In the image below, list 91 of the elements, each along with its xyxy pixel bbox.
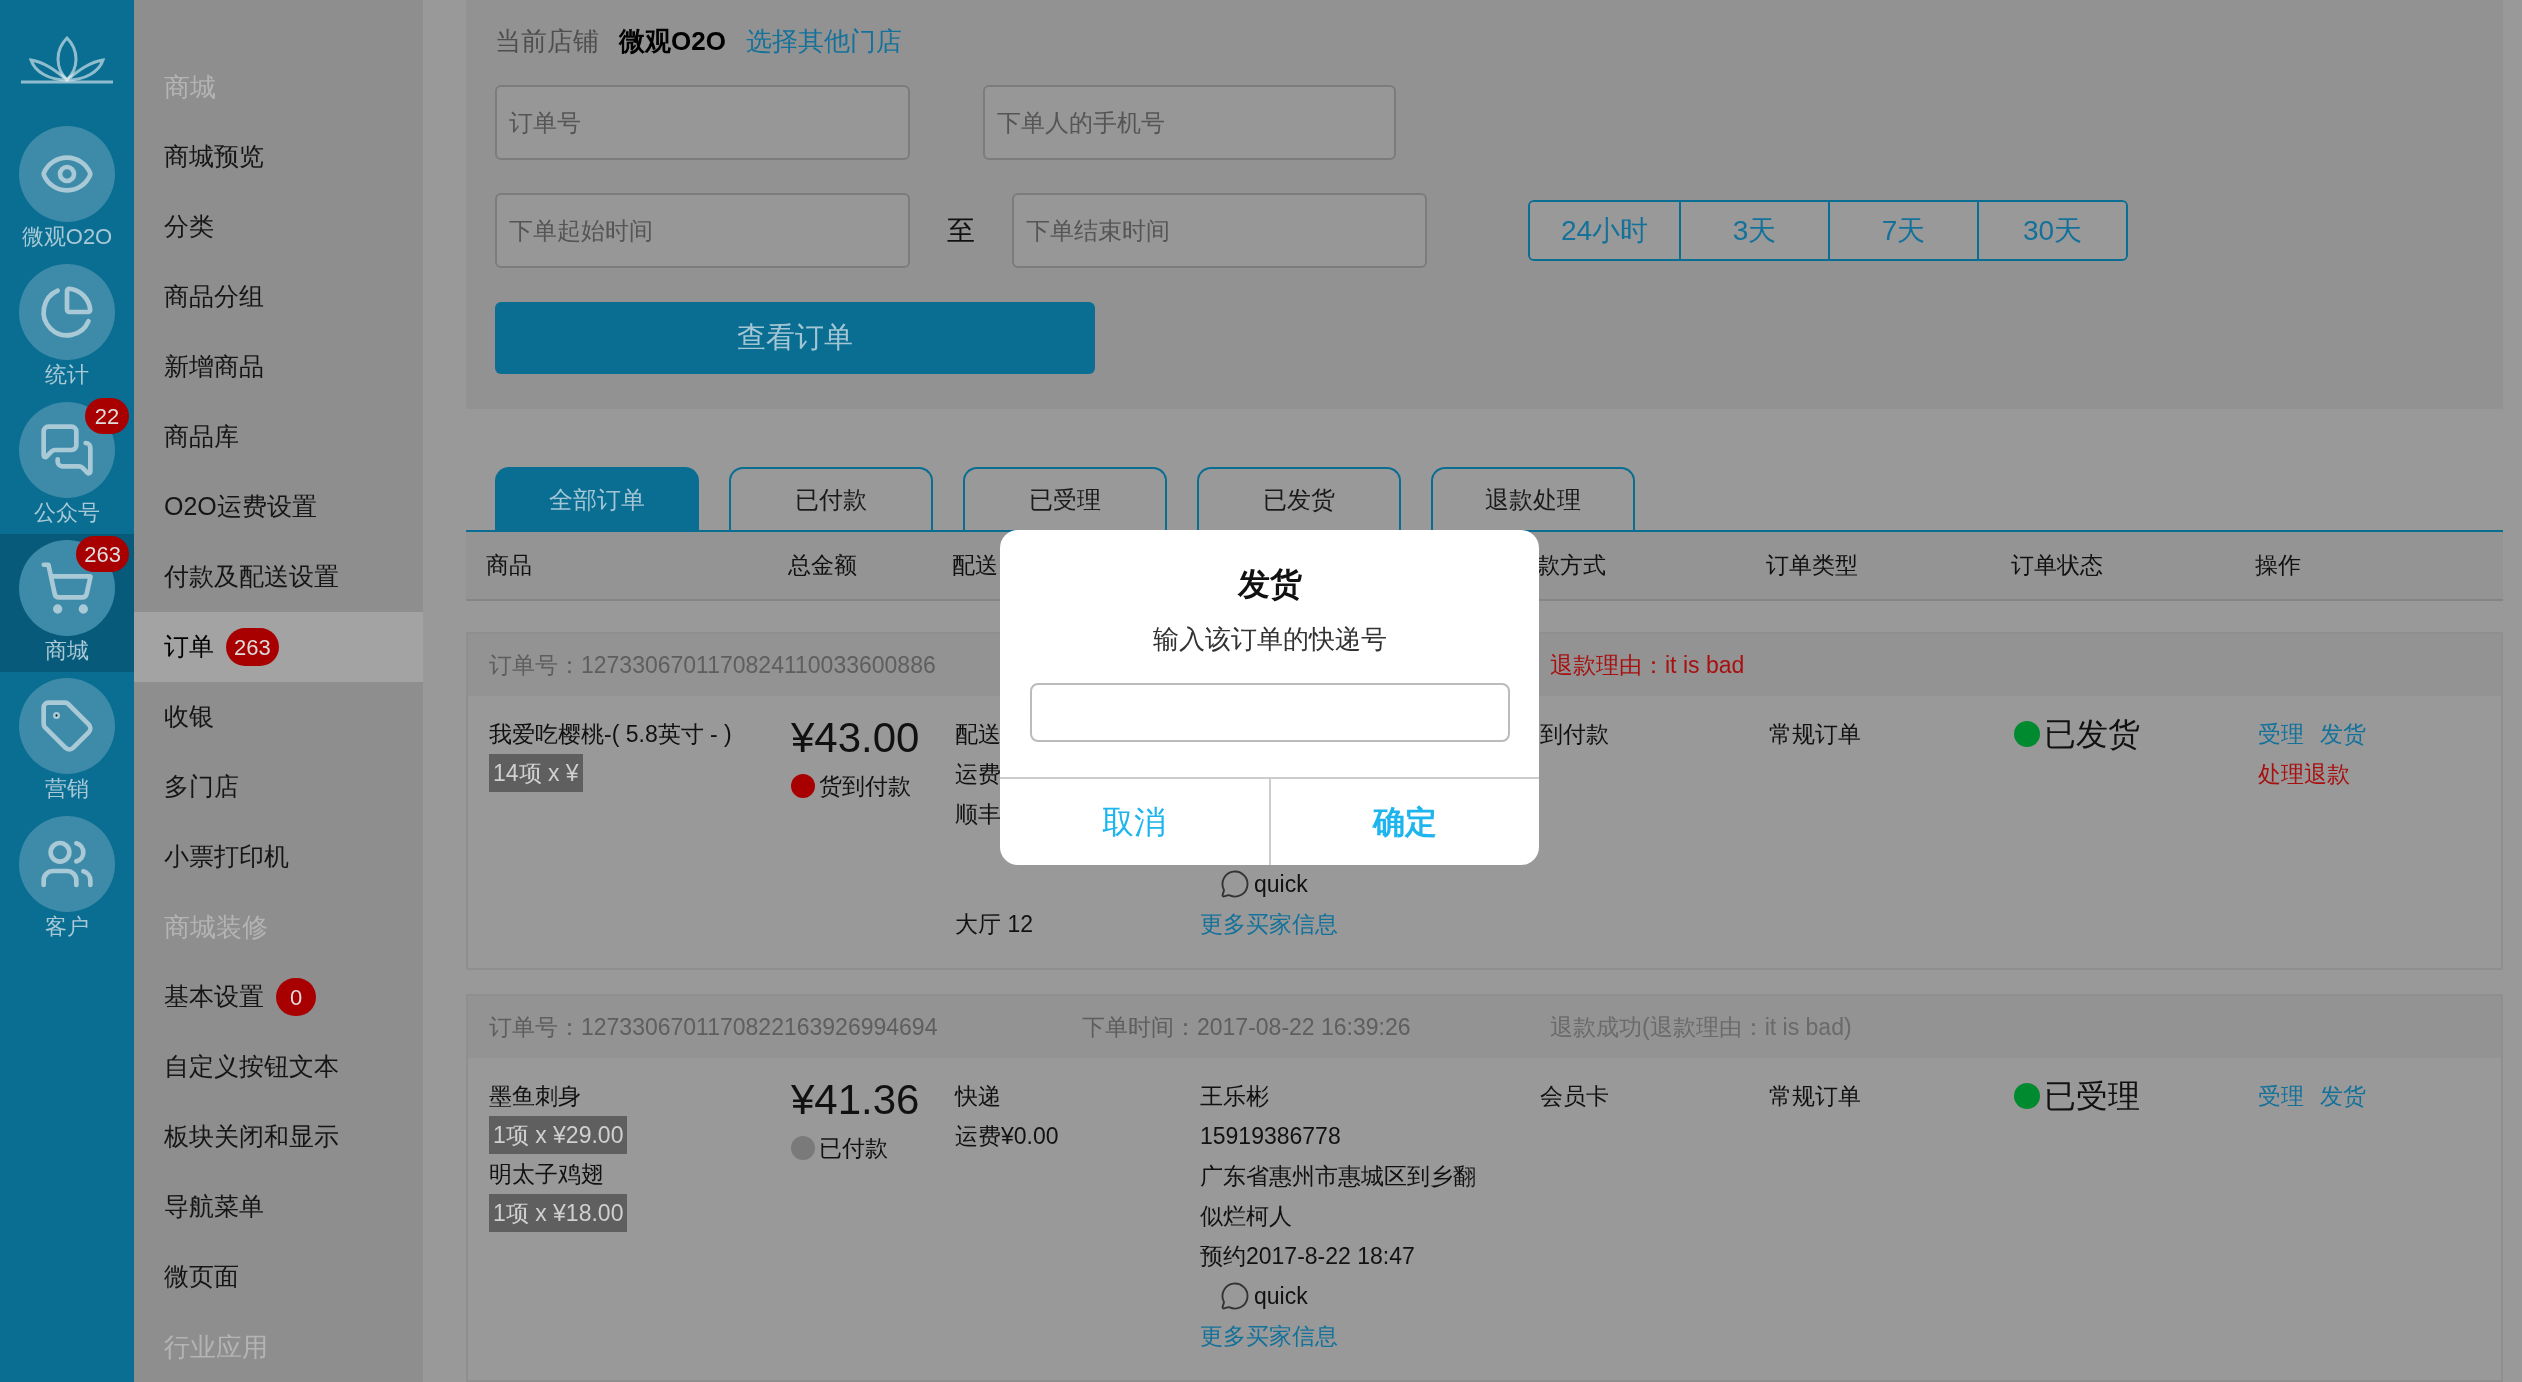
sidebar-nav-item[interactable]: 22 公众号 xyxy=(0,396,134,534)
badge: 263 xyxy=(226,628,279,666)
order-status: 已受理 xyxy=(2044,1077,2140,1116)
sidebar-nav-item[interactable]: 263 商城 xyxy=(0,534,134,672)
delivery-info: 配送 xyxy=(955,720,1001,749)
speech-bubble-icon xyxy=(1220,869,1250,899)
cart-icon xyxy=(39,560,95,616)
payment-status: 已付款 xyxy=(819,1134,888,1163)
quantity-tag: 1项 x ¥29.00 xyxy=(489,1116,628,1154)
buyer-note: quick xyxy=(1254,1282,1308,1311)
refund-note: 退款理由：it is bad xyxy=(1550,650,1745,680)
menu-item[interactable]: 商城预览 xyxy=(134,122,423,192)
badge: 22 xyxy=(85,398,129,434)
menu-item[interactable]: 小票打印机 xyxy=(134,822,423,892)
delivery-info: 运费¥0.00 xyxy=(955,1122,1059,1151)
menu-item[interactable]: 新增商品 xyxy=(134,332,423,402)
menu-item[interactable]: 多门店 xyxy=(134,752,423,822)
sidebar-nav-item[interactable]: 统计 xyxy=(0,258,134,396)
order-status: 已发货 xyxy=(2044,715,2140,754)
menu-item[interactable]: 订单 263 xyxy=(134,612,423,682)
order-total: ¥43.00 xyxy=(791,714,920,762)
nav-label: 公众号 xyxy=(34,499,100,527)
buyer-info: 预约2017-8-22 18:47 xyxy=(1200,1242,1415,1271)
menu-item[interactable]: O2O运费设置 xyxy=(134,472,423,542)
start-time-field[interactable]: 下单起始时间 xyxy=(495,193,910,268)
column-header: 商品 xyxy=(486,552,532,579)
buyer-info: 15919386778 xyxy=(1200,1122,1341,1151)
menu-item[interactable]: 板块关闭和显示 xyxy=(134,1102,423,1172)
dialog-title: 发货 xyxy=(1237,565,1302,604)
order-number-field[interactable]: 订单号 xyxy=(495,85,910,160)
payment-method: 会员卡 xyxy=(1540,1083,1609,1109)
badge: 0 xyxy=(276,978,316,1016)
nav-label: 营销 xyxy=(45,775,89,803)
delivery-info: 大厅 12 xyxy=(955,910,1033,939)
buyer-note: quick xyxy=(1254,870,1308,899)
phone-field[interactable]: 下单人的手机号 xyxy=(983,85,1396,160)
menu-item[interactable]: 分类 xyxy=(134,192,423,262)
product-name: 明太子鸡翅 xyxy=(489,1160,604,1189)
menu-item[interactable]: 微页面 xyxy=(134,1242,423,1312)
order-total: ¥41.36 xyxy=(791,1076,920,1124)
tag-icon xyxy=(39,698,95,754)
column-header: 配送 xyxy=(952,552,998,579)
order-tab[interactable]: 退款处理 xyxy=(1431,467,1635,531)
view-orders-button[interactable]: 查看订单 xyxy=(495,302,1095,374)
menu-item[interactable]: 付款及配送设置 xyxy=(134,542,423,612)
delivery-info: 运费 xyxy=(955,760,1001,789)
menu-item[interactable]: 商品分组 xyxy=(134,262,423,332)
badge: 263 xyxy=(76,536,129,572)
nav-label: 统计 xyxy=(45,361,89,389)
nav-label: 微观O2O xyxy=(21,223,113,251)
sidebar-nav-item[interactable]: 营销 xyxy=(0,672,134,810)
range-separator: 至 xyxy=(946,213,976,248)
store-label: 当前店铺 xyxy=(495,25,599,58)
order-tab[interactable]: 全部订单 xyxy=(495,467,699,531)
store-name: 微观O2O xyxy=(619,25,726,58)
delivery-info: 顺丰 xyxy=(955,800,1001,829)
buyer-info: 广东省惠州市惠城区到乡翻 xyxy=(1200,1162,1476,1191)
order-tab[interactable]: 已付款 xyxy=(729,467,933,531)
quantity-tag: 14项 x ¥ xyxy=(489,754,583,792)
column-header: 总金额 xyxy=(788,552,857,579)
order-type: 常规订单 xyxy=(1769,721,1861,747)
column-header: 款方式 xyxy=(1537,552,1606,579)
nav-label: 商城 xyxy=(45,637,89,665)
payment-method: 到付款 xyxy=(1540,721,1609,747)
menu-item[interactable]: 导航菜单 xyxy=(134,1172,423,1242)
column-header: 操作 xyxy=(2255,552,2301,579)
nav-label: 客户 xyxy=(45,913,89,941)
menu-item[interactable]: 基本设置 0 xyxy=(134,962,423,1032)
menu-item[interactable]: 商品库 xyxy=(134,402,423,472)
pie-chart-icon xyxy=(39,284,95,340)
end-time-field[interactable]: 下单结束时间 xyxy=(1012,193,1427,268)
order-tab[interactable]: 已受理 xyxy=(963,467,1167,531)
dialog-message: 输入该订单的快递号 xyxy=(1152,623,1387,656)
order-type: 常规订单 xyxy=(1769,1083,1861,1109)
sidebar-nav-item[interactable]: 客户 xyxy=(0,810,134,948)
order-tab[interactable]: 已发货 xyxy=(1197,467,1401,531)
tracking-number-field[interactable] xyxy=(1029,683,1510,742)
speech-bubble-icon xyxy=(1220,1281,1250,1311)
product-name: 墨鱼刺身 xyxy=(489,1082,581,1111)
product-name: 我爱吃樱桃-( 5.8英寸 - ) xyxy=(489,720,732,749)
payment-status: 货到付款 xyxy=(819,772,911,801)
column-header: 订单类型 xyxy=(1766,552,1858,579)
column-header: 订单状态 xyxy=(2011,552,2103,579)
chat-bubbles-icon xyxy=(39,422,95,478)
menu-item[interactable]: 收银 xyxy=(134,682,423,752)
buyer-info: 王乐彬 xyxy=(1200,1082,1269,1111)
buyer-info: 似烂柯人 xyxy=(1200,1202,1292,1231)
delivery-info: 快递 xyxy=(955,1082,1001,1111)
menu-item[interactable]: 自定义按钮文本 xyxy=(134,1032,423,1102)
sidebar-nav-item[interactable]: 微观O2O xyxy=(0,120,134,258)
quantity-tag: 1项 x ¥18.00 xyxy=(489,1194,628,1232)
